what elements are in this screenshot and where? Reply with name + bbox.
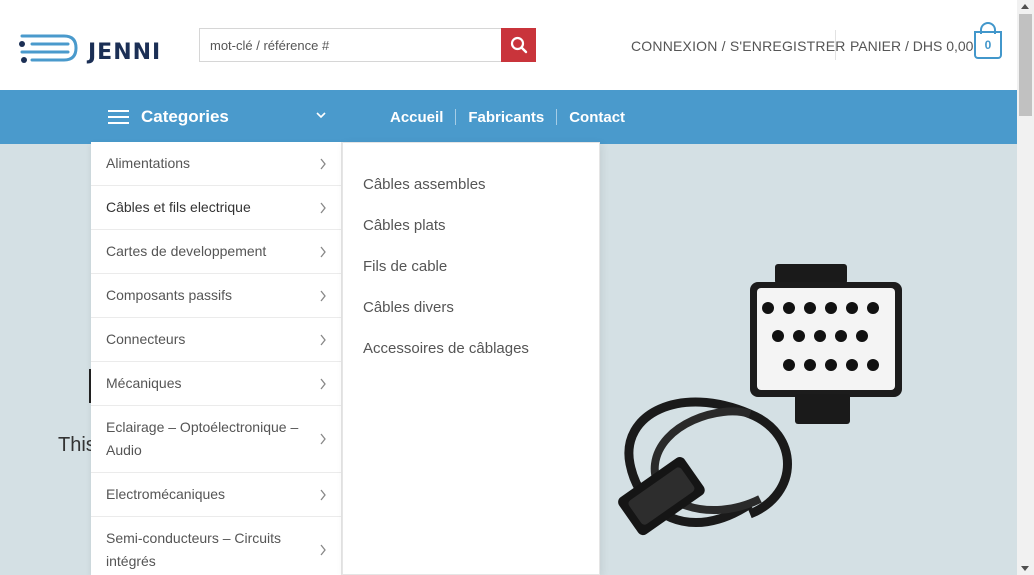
login-register-link[interactable]: CONNEXION / S'ENREGISTRER bbox=[631, 38, 846, 54]
submenu-item-cables-assembles[interactable]: Câbles assembles bbox=[343, 170, 599, 211]
chevron-down-icon bbox=[316, 112, 326, 119]
category-label: Electromécaniques bbox=[106, 486, 226, 502]
chevron-right-icon bbox=[320, 378, 326, 389]
chevron-right-icon bbox=[320, 158, 326, 169]
category-item-eclairage[interactable]: Eclairage – Optoélectronique – Audio bbox=[91, 406, 341, 473]
chevron-right-icon bbox=[320, 433, 326, 445]
category-label: Câbles et fils electrique bbox=[106, 199, 251, 215]
search-input[interactable] bbox=[199, 28, 502, 62]
page-scrollbar[interactable] bbox=[1017, 0, 1034, 575]
hamburger-icon bbox=[108, 110, 129, 124]
search-form bbox=[199, 28, 536, 62]
chevron-right-icon bbox=[320, 202, 326, 213]
submenu-item-accessoires[interactable]: Accessoires de câblages bbox=[343, 334, 599, 375]
chevron-right-icon bbox=[320, 246, 326, 257]
chevron-right-icon bbox=[320, 489, 326, 500]
category-label: Composants passifs bbox=[106, 287, 233, 303]
scroll-down-icon[interactable] bbox=[1021, 566, 1029, 571]
category-item-mecaniques[interactable]: Mécaniques bbox=[91, 362, 341, 406]
search-button[interactable] bbox=[501, 28, 536, 62]
categories-toggle[interactable]: Categories bbox=[108, 90, 338, 144]
nav-link-contact[interactable]: Contact bbox=[557, 109, 637, 126]
product-image[interactable] bbox=[600, 264, 910, 564]
category-item-cartes[interactable]: Cartes de developpement bbox=[91, 230, 341, 274]
category-label: Connecteurs bbox=[106, 331, 186, 347]
scroll-up-icon[interactable] bbox=[1021, 4, 1029, 9]
category-item-semi-conducteurs[interactable]: Semi-conducteurs – Circuits intégrés bbox=[91, 517, 341, 575]
category-item-cables[interactable]: Câbles et fils electrique bbox=[91, 186, 341, 230]
cart-count: 0 bbox=[984, 38, 992, 52]
site-header: JENNI CONNEXION / S'ENREGISTRER PANIER /… bbox=[0, 0, 1017, 90]
categories-label: Categories bbox=[141, 107, 229, 126]
cables-submenu: Câbles assembles Câbles plats Fils de ca… bbox=[342, 142, 600, 575]
submenu-item-cables-divers[interactable]: Câbles divers bbox=[343, 293, 599, 334]
chevron-right-icon bbox=[320, 290, 326, 301]
chevron-right-icon bbox=[320, 544, 326, 556]
brand-name[interactable]: JENNI bbox=[88, 40, 161, 65]
category-label: Cartes de developpement bbox=[106, 243, 267, 259]
category-label: Semi-conducteurs – Circuits intégrés bbox=[106, 530, 282, 569]
nav-link-accueil[interactable]: Accueil bbox=[378, 109, 455, 126]
cart-link[interactable]: PANIER / DHS 0,00 bbox=[850, 38, 973, 54]
category-item-alimentations[interactable]: Alimentations bbox=[91, 142, 341, 186]
category-item-connecteurs[interactable]: Connecteurs bbox=[91, 318, 341, 362]
category-label: Mécaniques bbox=[106, 375, 182, 391]
main-nav: Categories Accueil Fabricants Contact bbox=[0, 90, 1017, 144]
category-label: Eclairage – Optoélectronique – Audio bbox=[106, 419, 299, 458]
scroll-thumb[interactable] bbox=[1019, 14, 1032, 116]
submenu-item-fils-de-cable[interactable]: Fils de cable bbox=[343, 252, 599, 293]
search-icon bbox=[510, 36, 527, 54]
category-label: Alimentations bbox=[106, 155, 191, 171]
category-item-composants[interactable]: Composants passifs bbox=[91, 274, 341, 318]
header-divider bbox=[835, 30, 836, 60]
nav-links: Accueil Fabricants Contact bbox=[378, 90, 637, 144]
category-item-electromecaniques[interactable]: Electromécaniques bbox=[91, 473, 341, 517]
categories-menu: Alimentations Câbles et fils electrique … bbox=[91, 142, 342, 575]
cart-icon[interactable]: 0 bbox=[974, 31, 1002, 59]
submenu-item-cables-plats[interactable]: Câbles plats bbox=[343, 211, 599, 252]
chevron-right-icon bbox=[320, 334, 326, 345]
nav-link-fabricants[interactable]: Fabricants bbox=[456, 109, 556, 126]
